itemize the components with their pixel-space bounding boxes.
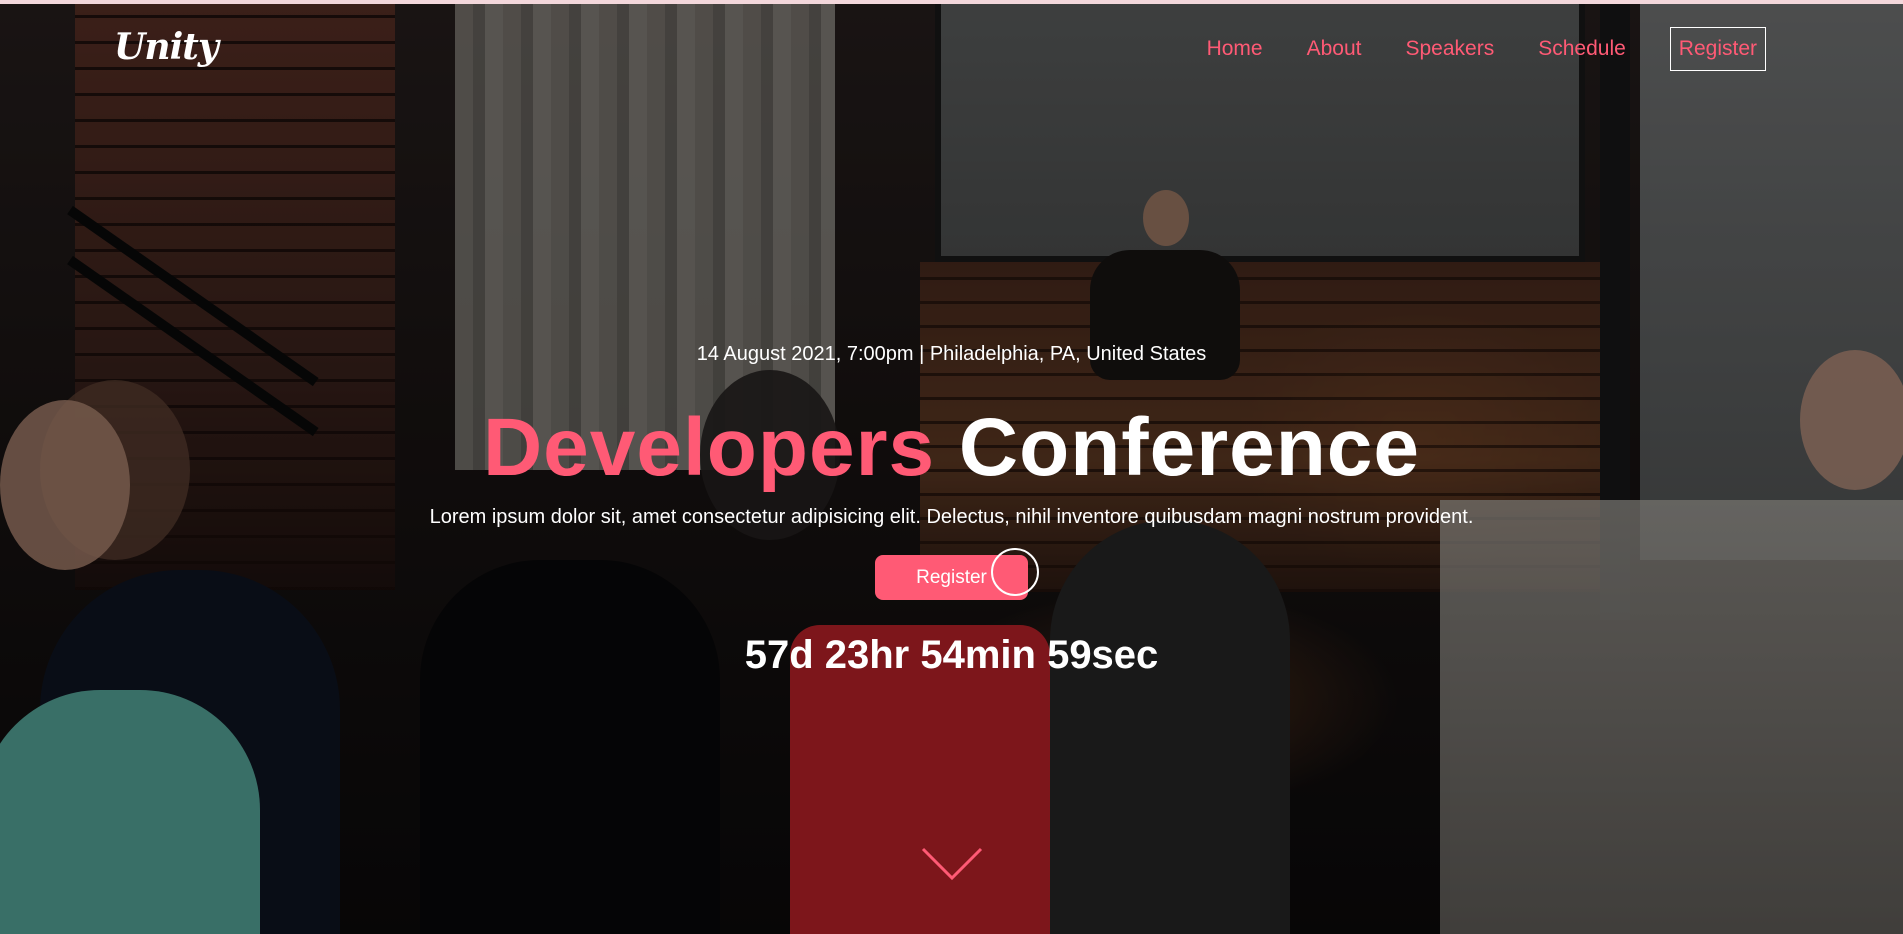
chevron-down-icon[interactable] (921, 846, 983, 882)
hero-tagline: Lorem ipsum dolor sit, amet consectetur … (429, 506, 1474, 528)
logo[interactable]: Unity (114, 26, 219, 68)
hero-register-button[interactable]: Register (875, 555, 1028, 600)
hero-section: Unity Home About Speakers Schedule Regis… (0, 0, 1903, 934)
event-date-location: 14 August 2021, 7:00pm | Philadelphia, P… (696, 343, 1207, 365)
nav-link-speakers[interactable]: Speakers (1406, 37, 1495, 61)
nav-links: Home About Speakers Schedule Register (1163, 27, 1766, 71)
nav-link-schedule[interactable]: Schedule (1538, 37, 1626, 61)
page-title: Developers Conference (0, 403, 1903, 493)
nav-register-button[interactable]: Register (1669, 27, 1766, 71)
nav-link-about[interactable]: About (1307, 37, 1362, 61)
countdown-timer: 57d 23hr 54min 59sec (744, 633, 1159, 677)
hero-register-wrapper: Register (875, 548, 1039, 600)
headline-accent: Developers (482, 402, 936, 493)
navbar: Unity Home About Speakers Schedule Regis… (0, 4, 1903, 94)
nav-link-home[interactable]: Home (1207, 37, 1263, 61)
headline-rest: Conference (958, 402, 1421, 493)
